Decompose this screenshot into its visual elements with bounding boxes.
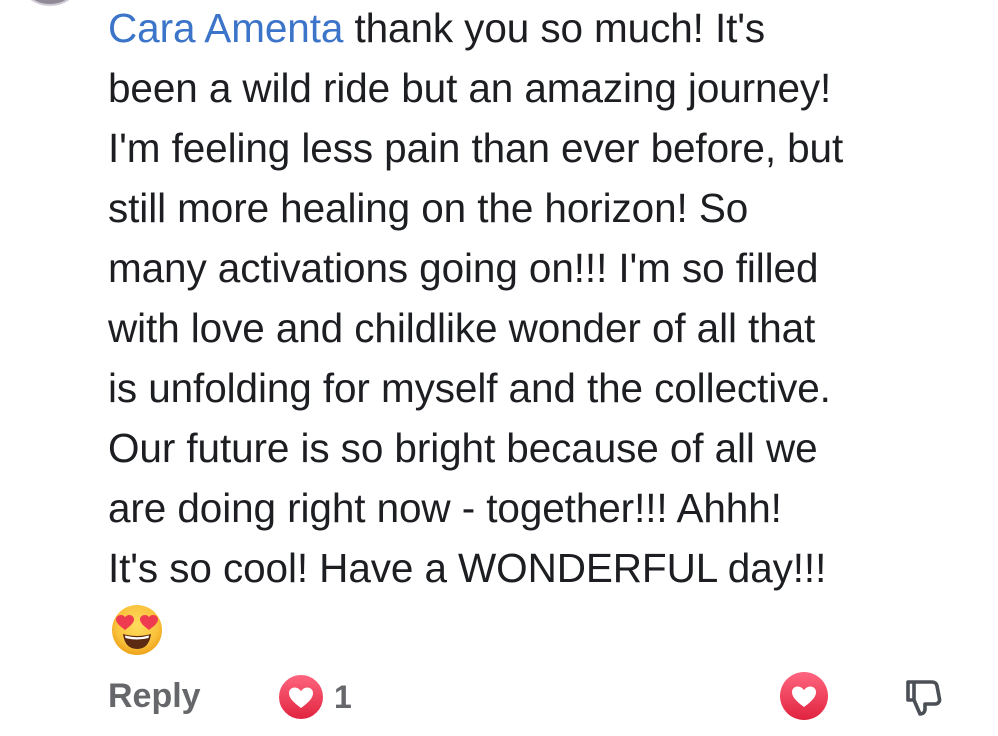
comment-line: I'm feeling less pain than ever before, … — [108, 125, 844, 171]
reaction-count: 1 — [334, 679, 352, 715]
comment-line: are doing right now - together!!! Ahhh! — [108, 485, 782, 531]
comment-line: Our future is so bright because of all w… — [108, 425, 818, 471]
comment-body: Cara Amenta thank you so much! It's been… — [108, 2, 988, 602]
heart-outline-icon — [779, 671, 829, 721]
heart-reaction-icon — [276, 672, 326, 722]
comment-text: thank you so much! It's — [354, 5, 766, 51]
downvote-button[interactable] — [898, 672, 948, 722]
comment-line: still more healing on the horizon! So — [108, 185, 749, 231]
reaction-summary[interactable]: 1 — [276, 672, 352, 722]
comment-line: Cara Amenta thank you so much! It's — [108, 2, 988, 62]
avatar[interactable] — [16, 0, 84, 6]
comment-actions: Reply 1 — [0, 668, 998, 728]
reply-button[interactable]: Reply — [108, 676, 201, 716]
comment-line: is unfolding for myself and the collecti… — [108, 365, 831, 411]
thumbs-down-outline-icon — [898, 672, 948, 722]
comment-line: with love and childlike wonder of all th… — [108, 305, 816, 351]
heart-eyes-emoji — [110, 603, 164, 657]
author-name[interactable]: Cara Amenta — [108, 5, 343, 51]
comment-line: been a wild ride but an amazing journey! — [108, 65, 832, 111]
comment-line: many activations going on!!! I'm so fill… — [108, 245, 819, 291]
react-button[interactable] — [779, 671, 829, 721]
comment-line: It's so cool! Have a WONDERFUL day!!! — [108, 545, 827, 591]
